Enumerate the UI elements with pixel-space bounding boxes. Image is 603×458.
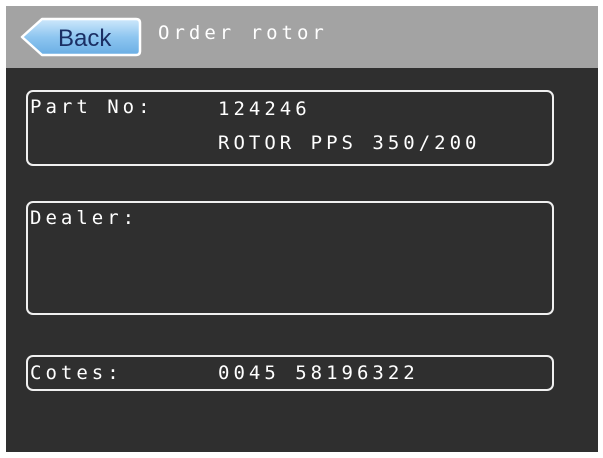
back-button-label: Back bbox=[58, 25, 112, 52]
cotes-value: 0045 58196322 bbox=[218, 362, 419, 384]
device-screen: Back Order rotor Part No: 124246 ROTOR P… bbox=[6, 6, 598, 452]
dealer-label: Dealer: bbox=[30, 207, 139, 229]
part-description-value: ROTOR PPS 350/200 bbox=[218, 132, 481, 154]
dealer-panel[interactable]: Dealer: bbox=[26, 201, 554, 315]
title-bar: Back Order rotor bbox=[6, 6, 598, 68]
screen-title: Order rotor bbox=[158, 22, 328, 44]
back-button[interactable]: Back bbox=[20, 16, 142, 58]
cotes-label: Cotes: bbox=[30, 362, 123, 384]
cotes-panel: Cotes: 0045 58196322 bbox=[26, 355, 554, 391]
part-number-label: Part No: bbox=[30, 96, 154, 118]
part-number-value: 124246 bbox=[218, 98, 311, 120]
part-number-panel: Part No: 124246 ROTOR PPS 350/200 bbox=[26, 90, 554, 166]
